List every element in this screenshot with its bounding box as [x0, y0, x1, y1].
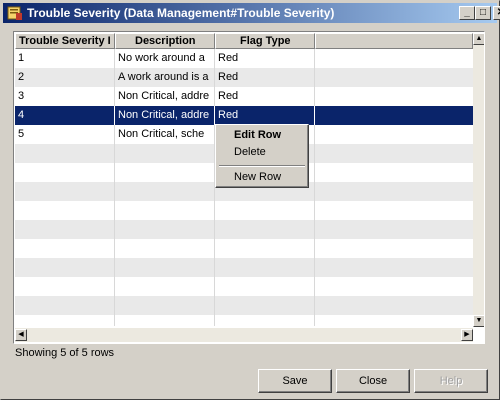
table-row[interactable]: 1 No work around a Red	[15, 49, 473, 68]
scroll-left-arrow-icon[interactable]: ◀	[15, 329, 27, 341]
cell-description: Non Critical, sche	[115, 125, 215, 144]
save-button[interactable]: Save	[258, 369, 332, 393]
empty-row	[15, 296, 473, 315]
empty-row	[15, 220, 473, 239]
help-button[interactable]: Help	[414, 369, 488, 393]
cell-flag: Red	[215, 68, 315, 87]
close-button[interactable]: Close	[336, 369, 410, 393]
empty-row	[15, 277, 473, 296]
vertical-scrollbar[interactable]: ▲ ▼	[473, 33, 484, 327]
column-header-description[interactable]: Description	[115, 33, 215, 49]
status-text: Showing 5 of 5 rows	[15, 347, 115, 359]
menu-item-edit-row[interactable]: Edit Row	[218, 127, 306, 144]
title-bar[interactable]: Trouble Severity (Data Management#Troubl…	[3, 3, 500, 23]
column-header-id[interactable]: Trouble Severity I	[15, 33, 115, 49]
horizontal-scrollbar[interactable]: ◀ ▶	[15, 328, 473, 342]
context-menu: Edit Row Delete New Row	[215, 124, 309, 188]
cell-id: 2	[15, 68, 115, 87]
cell-description: A work around is a	[115, 68, 215, 87]
empty-row	[15, 239, 473, 258]
scroll-down-arrow-icon[interactable]: ▼	[473, 315, 484, 327]
cell-description: No work around a	[115, 49, 215, 68]
cell-flag: Red	[215, 49, 315, 68]
cell-id: 1	[15, 49, 115, 68]
scroll-right-arrow-icon[interactable]: ▶	[461, 329, 473, 341]
menu-item-new-row[interactable]: New Row	[218, 169, 306, 186]
empty-row	[15, 201, 473, 220]
empty-row	[15, 258, 473, 277]
menu-separator	[219, 165, 305, 167]
cell-flag: Red	[215, 87, 315, 106]
table-row[interactable]: 3 Non Critical, addre Red	[15, 87, 473, 106]
scroll-up-arrow-icon[interactable]: ▲	[473, 33, 484, 45]
menu-item-delete[interactable]: Delete	[218, 144, 306, 161]
cell-id: 3	[15, 87, 115, 106]
grid-header: Trouble Severity I Description Flag Type	[15, 33, 473, 49]
cell-id: 4	[15, 106, 115, 125]
maximize-button[interactable]: □	[475, 6, 491, 20]
dialog-window: Trouble Severity (Data Management#Troubl…	[0, 0, 500, 400]
table-row[interactable]: 2 A work around is a Red	[15, 68, 473, 87]
window-title: Trouble Severity (Data Management#Troubl…	[27, 6, 335, 20]
cell-id: 5	[15, 125, 115, 144]
cell-description: Non Critical, addre	[115, 106, 215, 125]
app-icon	[7, 6, 22, 20]
minimize-button[interactable]: _	[459, 6, 475, 20]
column-header-filler	[315, 33, 473, 49]
cell-description: Non Critical, addre	[115, 87, 215, 106]
empty-row	[15, 315, 473, 326]
table-row-selected[interactable]: 4 Non Critical, addre Red	[15, 106, 473, 125]
column-header-flag-type[interactable]: Flag Type	[215, 33, 315, 49]
close-window-button[interactable]: ✕	[493, 6, 500, 20]
cell-flag: Red	[215, 106, 315, 125]
